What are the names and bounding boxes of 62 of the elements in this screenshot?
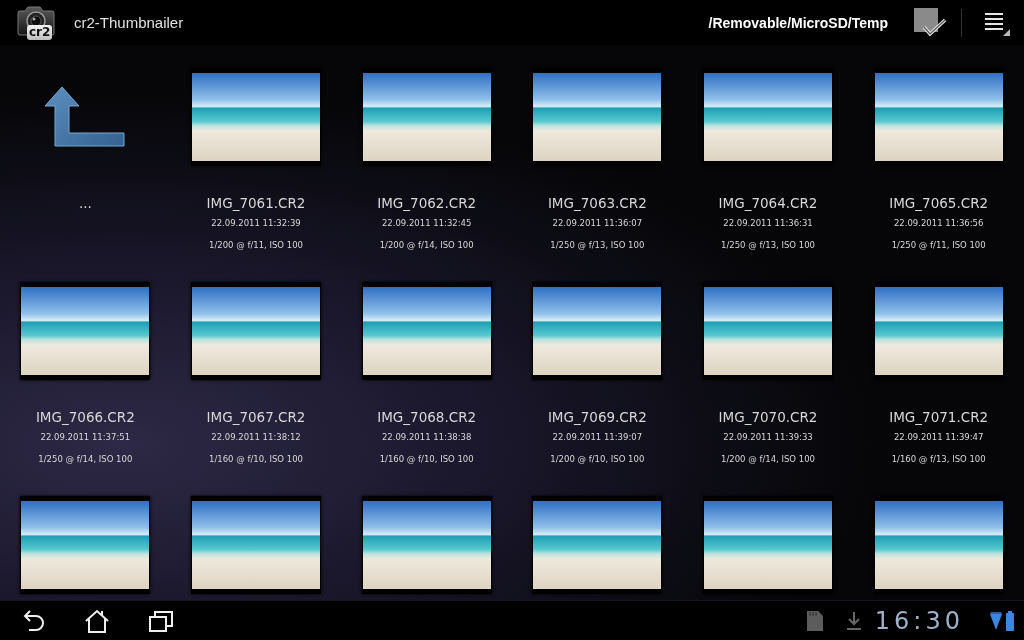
- home-icon[interactable]: [84, 608, 110, 633]
- photo-thumbnail[interactable]: [873, 68, 1004, 166]
- photo-thumbnail[interactable]: [191, 282, 321, 380]
- photo-thumbnail[interactable]: [532, 68, 663, 166]
- file-date: 22.09.2011 11:37:51: [40, 432, 131, 443]
- app-title: cr2-Thumbnailer: [74, 14, 184, 31]
- photo-thumbnail[interactable]: [191, 496, 321, 594]
- photo-thumbnail[interactable]: [532, 496, 663, 594]
- exposure-info: 1/250 @ f/13, ISO 100: [721, 240, 815, 251]
- exposure-info: 1/160 @ f/13, ISO 100: [891, 454, 986, 465]
- photo-thumbnail[interactable]: [191, 68, 321, 166]
- exposure-info: 1/200 @ f/11, ISO 100: [209, 240, 303, 251]
- photo-thumbnail[interactable]: [361, 68, 492, 166]
- file-date: 22.09.2011 11:39:33: [723, 432, 813, 443]
- wifi-icon: [990, 611, 1002, 630]
- photo-thumbnail[interactable]: [703, 68, 833, 166]
- exposure-info: 1/250 @ f/14, ISO 100: [38, 454, 133, 465]
- file-name: IMG_7071.CR2: [889, 409, 989, 426]
- file-name: IMG_7070.CR2: [718, 409, 818, 426]
- sd-card-icon: [806, 610, 823, 631]
- file-date: 22.09.2011 11:39:47: [893, 432, 984, 443]
- download-icon: [846, 611, 861, 630]
- battery-icon: [1006, 610, 1014, 631]
- clock-time: 16:30: [874, 606, 964, 635]
- photo-thumbnail[interactable]: [20, 496, 151, 594]
- file-name: IMG_7062.CR2: [377, 195, 477, 212]
- photo-thumbnail[interactable]: [703, 496, 833, 594]
- photo-thumbnail[interactable]: [361, 282, 492, 380]
- check-icon[interactable]: [914, 7, 946, 38]
- photo-thumbnail[interactable]: [873, 496, 1004, 594]
- file-name: IMG_7067.CR2: [206, 409, 306, 426]
- file-name: IMG_7068.CR2: [377, 409, 477, 426]
- parent-folder-label: ...: [78, 195, 92, 212]
- up-arrow-icon[interactable]: [45, 87, 126, 147]
- file-name: IMG_7069.CR2: [547, 409, 647, 426]
- file-date: 22.09.2011 11:38:12: [211, 432, 301, 443]
- file-name: IMG_7066.CR2: [35, 409, 135, 426]
- exposure-info: 1/250 @ f/11, ISO 100: [891, 240, 986, 251]
- file-date: 22.09.2011 11:38:38: [381, 432, 472, 443]
- folder-path: /Removable/MicroSD/Temp: [708, 14, 888, 31]
- exposure-info: 1/160 @ f/10, ISO 100: [379, 454, 474, 465]
- file-name: IMG_7061.CR2: [206, 195, 306, 212]
- recent-apps-icon[interactable]: [148, 608, 174, 633]
- file-date: 22.09.2011 11:32:45: [381, 218, 472, 229]
- file-name: IMG_7065.CR2: [889, 195, 989, 212]
- file-name: IMG_7064.CR2: [718, 195, 818, 212]
- photo-thumbnail[interactable]: [20, 282, 151, 380]
- exposure-info: 1/250 @ f/13, ISO 100: [550, 240, 645, 251]
- exposure-info: 1/200 @ f/14, ISO 100: [721, 454, 815, 465]
- exposure-info: 1/200 @ f/10, ISO 100: [550, 454, 645, 465]
- file-date: 22.09.2011 11:36:56: [893, 218, 984, 229]
- exposure-info: 1/200 @ f/14, ISO 100: [379, 240, 474, 251]
- exposure-info: 1/160 @ f/10, ISO 100: [209, 454, 303, 465]
- photo-thumbnail[interactable]: [703, 282, 833, 380]
- file-date: 22.09.2011 11:36:31: [723, 218, 813, 229]
- photo-thumbnail[interactable]: [361, 496, 492, 594]
- photo-thumbnail[interactable]: [873, 282, 1004, 380]
- file-name: IMG_7063.CR2: [547, 195, 647, 212]
- photo-thumbnail[interactable]: [532, 282, 663, 380]
- file-date: 22.09.2011 11:32:39: [211, 218, 301, 229]
- file-date: 22.09.2011 11:39:07: [552, 432, 643, 443]
- file-date: 22.09.2011 11:36:07: [552, 218, 643, 229]
